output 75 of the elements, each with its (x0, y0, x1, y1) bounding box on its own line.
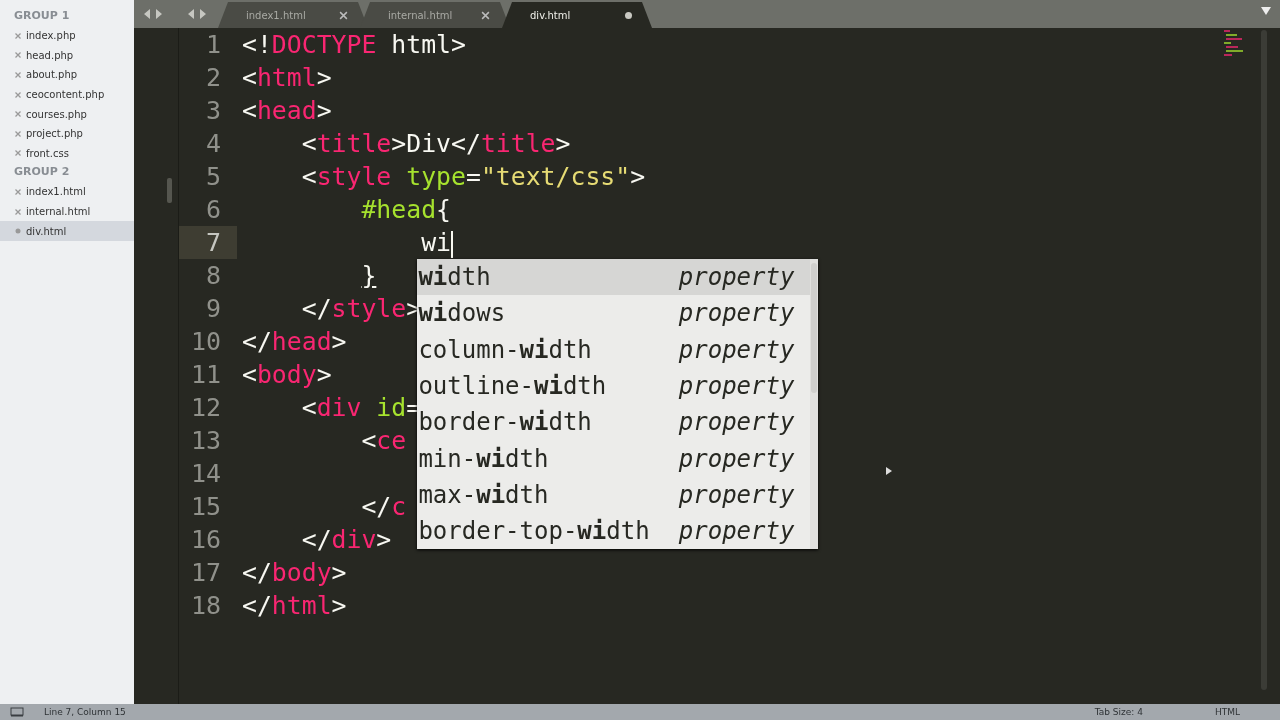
suggestion-item[interactable]: column-width property (417, 331, 811, 368)
close-icon[interactable] (14, 31, 22, 40)
code-line: <ce (361, 425, 407, 457)
line-number: 6 (204, 194, 222, 226)
line-number: 10 (189, 326, 222, 358)
suggestion-item[interactable]: widows property (417, 295, 811, 332)
sidebar-file[interactable]: ceocontent.php (0, 84, 134, 105)
scrollbar[interactable] (811, 263, 818, 393)
code-line: #head{ (361, 194, 451, 226)
code-line: <head> (242, 95, 332, 127)
close-icon[interactable] (14, 71, 22, 79)
close-icon[interactable] (14, 149, 22, 158)
file-tab[interactable]: div.html (502, 2, 652, 28)
line-number: 15 (189, 491, 222, 523)
sidebar-file[interactable]: index1.html (0, 182, 134, 202)
sidebar-file[interactable]: head.php (0, 45, 134, 66)
suggestion-item[interactable]: border-width property (417, 404, 811, 441)
code-line: wi (421, 227, 453, 259)
line-number: 1 (204, 29, 222, 61)
tab-size[interactable]: Tab Size: 4 (1094, 707, 1143, 717)
cursor-position: Line 7, Column 15 (44, 707, 127, 717)
line-number: 2 (204, 62, 222, 94)
line-number: 9 (204, 293, 222, 325)
line-number: 12 (189, 392, 222, 424)
close-icon[interactable] (14, 51, 22, 60)
line-number: 17 (189, 557, 222, 589)
sidebar-file[interactable]: front.css (0, 143, 134, 164)
line-number: 16 (189, 524, 222, 556)
line-number: 13 (189, 425, 222, 457)
code-line: </body> (242, 557, 347, 589)
code-line: } (361, 260, 377, 292)
sidebar-file[interactable]: div.html (0, 221, 134, 241)
sidebar-file[interactable]: project.php (0, 123, 134, 144)
close-icon[interactable] (14, 129, 22, 138)
code-line: </head> (242, 326, 347, 358)
sidebar-file[interactable]: index.php (0, 26, 134, 46)
close-icon[interactable] (339, 10, 348, 20)
close-icon[interactable] (481, 10, 490, 20)
dropdown-icon[interactable] (1260, 6, 1272, 16)
line-number: 14 (189, 458, 222, 490)
sidebar-file[interactable]: about.php (0, 65, 134, 85)
fold-arrow-icon (885, 466, 893, 476)
close-icon[interactable] (14, 207, 22, 216)
close-icon[interactable] (14, 110, 22, 119)
line-number: 4 (204, 128, 222, 160)
line-number: 11 (189, 359, 222, 391)
line-number: 5 (204, 161, 222, 193)
syntax-label[interactable]: HTML (1214, 707, 1240, 717)
suggestion-item[interactable]: border-top-width property (417, 513, 811, 550)
nav-arrows-icon[interactable] (186, 8, 208, 20)
line-number: 8 (204, 260, 222, 292)
code-line: </div> (301, 524, 392, 556)
code-line: <!DOCTYPE html> (242, 29, 466, 61)
monitor-icon[interactable] (10, 707, 24, 717)
line-number: 7 (179, 226, 237, 259)
suggestion-item[interactable]: outline-width property (417, 367, 811, 405)
line-number: 18 (189, 590, 222, 622)
code-line: </html> (242, 590, 347, 622)
group-header: GROUP 1 (13, 8, 71, 24)
code-line: </c (361, 491, 407, 523)
line-number: 3 (204, 95, 222, 127)
code-line: <title>Div</title> (301, 128, 571, 160)
suggestion-item[interactable]: min-width property (417, 440, 811, 477)
close-icon[interactable] (14, 187, 22, 196)
sidebar-file[interactable]: internal.html (0, 201, 134, 222)
suggestion-item[interactable]: max-width property (417, 476, 811, 514)
code-line: <style type="text/css"> (301, 161, 646, 193)
code-line: <body> (242, 359, 332, 391)
code-line: <html> (242, 62, 332, 94)
suggestion-item[interactable]: width property (417, 259, 811, 296)
sidebar-file[interactable]: courses.php (0, 104, 134, 124)
group-header: GROUP 2 (13, 164, 71, 181)
nav-arrows-icon[interactable] (142, 8, 164, 20)
scrollbar[interactable] (167, 178, 172, 203)
close-icon[interactable] (14, 90, 22, 99)
